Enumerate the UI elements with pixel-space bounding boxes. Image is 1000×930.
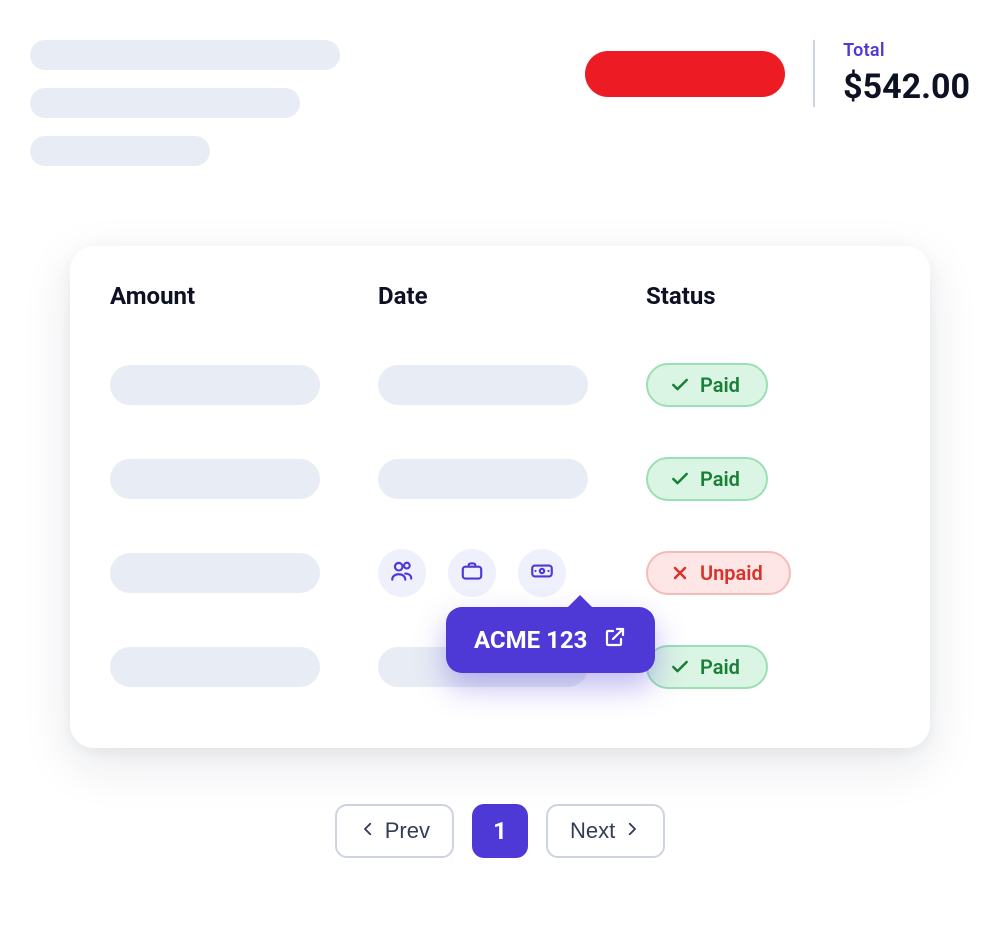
tooltip[interactable]: ACME 123 <box>446 607 655 673</box>
table-head: Amount Date Status <box>110 282 890 310</box>
users-icon <box>389 558 415 588</box>
check-icon <box>670 657 690 677</box>
page-number-value: 1 <box>493 817 507 845</box>
total-block: Total $542.00 <box>813 40 970 107</box>
table-row: Paid <box>110 448 890 510</box>
check-icon <box>670 375 690 395</box>
external-link-icon <box>603 625 627 655</box>
amount-placeholder <box>110 647 320 687</box>
table-header-amount: Amount <box>110 282 354 310</box>
prev-label: Prev <box>385 818 430 844</box>
header-total-area: Total $542.00 <box>585 40 970 107</box>
check-icon <box>670 469 690 489</box>
status-badge: Unpaid <box>646 551 791 595</box>
status-badge: Paid <box>646 457 768 501</box>
users-button[interactable] <box>378 549 426 597</box>
next-button[interactable]: Next <box>546 804 665 858</box>
next-label: Next <box>570 818 615 844</box>
header-skeleton-line <box>30 88 300 118</box>
table-header-status: Status <box>646 282 890 310</box>
cash-button[interactable] <box>518 549 566 597</box>
header-skeleton-line <box>30 40 340 70</box>
prev-button[interactable]: Prev <box>335 804 454 858</box>
amount-placeholder <box>110 553 320 593</box>
tooltip-label: ACME 123 <box>474 626 587 654</box>
primary-cta-button[interactable] <box>585 51 785 97</box>
briefcase-icon <box>459 558 485 588</box>
row-actions: ACME 123 <box>378 549 622 597</box>
table-row: ACME 123 Unpaid <box>110 542 890 604</box>
total-label: Total <box>843 40 970 61</box>
date-placeholder <box>378 459 588 499</box>
table-row: Paid <box>110 354 890 416</box>
status-badge: Paid <box>646 645 768 689</box>
amount-placeholder <box>110 365 320 405</box>
status-text: Paid <box>700 467 740 491</box>
transactions-card: Amount Date Status Paid Paid <box>70 246 930 748</box>
page-header: Total $542.00 <box>30 40 970 166</box>
briefcase-button[interactable] <box>448 549 496 597</box>
header-skeleton-stack <box>30 40 340 166</box>
chevron-left-icon <box>359 818 377 844</box>
x-icon <box>670 563 690 583</box>
status-text: Paid <box>700 655 740 679</box>
status-text: Unpaid <box>700 561 763 585</box>
pagination: Prev 1 Next <box>30 804 970 858</box>
status-badge: Paid <box>646 363 768 407</box>
status-text: Paid <box>700 373 740 397</box>
total-value: $542.00 <box>843 67 970 107</box>
page-number-current[interactable]: 1 <box>472 804 528 858</box>
header-skeleton-line <box>30 136 210 166</box>
amount-placeholder <box>110 459 320 499</box>
cash-icon <box>529 558 555 588</box>
chevron-right-icon <box>623 818 641 844</box>
date-placeholder <box>378 365 588 405</box>
table-header-date: Date <box>378 282 622 310</box>
